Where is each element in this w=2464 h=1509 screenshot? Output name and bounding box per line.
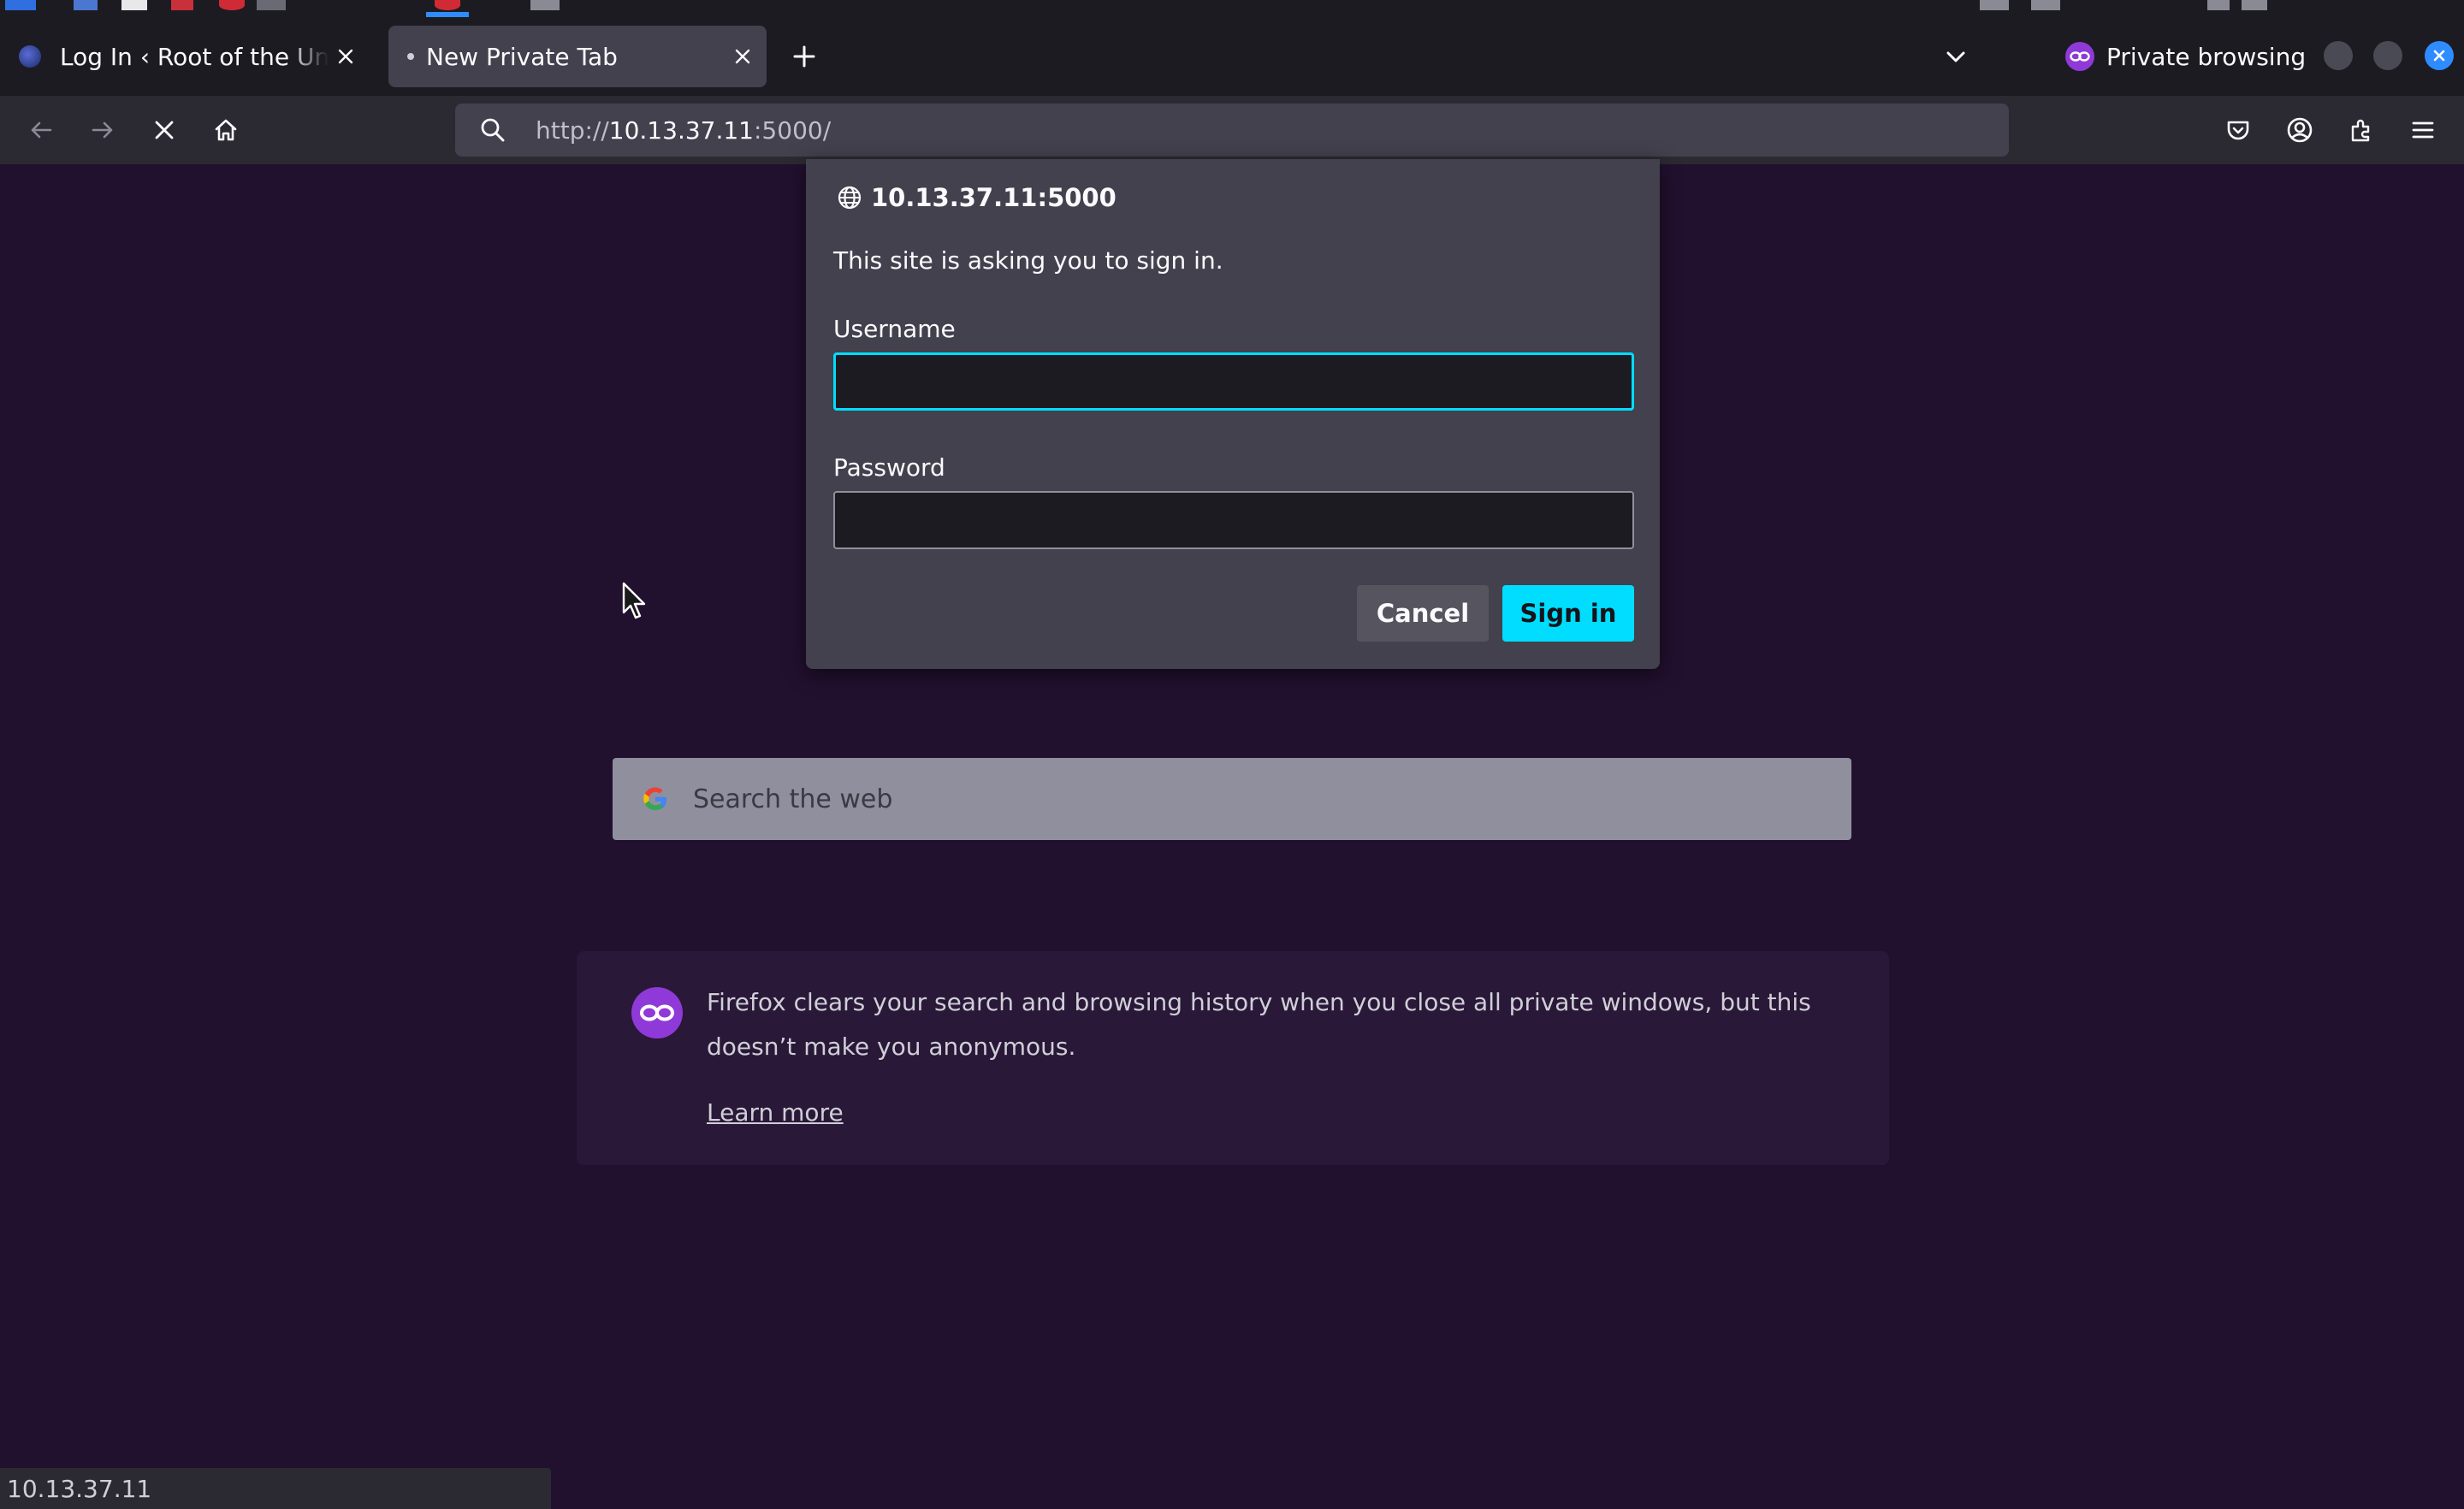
dialog-site-host: 10.13.37.11:5000 <box>871 183 1116 212</box>
firefox-task-icon[interactable] <box>435 0 460 10</box>
tab-login[interactable]: Log In ‹ Root of the Universe <box>7 26 370 87</box>
stop-icon <box>155 121 174 139</box>
tab-title: Log In ‹ Root of the Universe <box>60 42 329 71</box>
globe-icon <box>835 183 864 212</box>
username-field[interactable] <box>833 352 1634 411</box>
status-bar: 10.13.37.11 <box>0 1468 551 1509</box>
launcher-icon[interactable] <box>5 0 36 10</box>
hamburger-menu-icon <box>2412 121 2434 139</box>
private-tab-dot-icon <box>407 53 414 60</box>
notification-icon[interactable] <box>2242 0 2267 10</box>
system-top-bar <box>0 0 2464 17</box>
taskbar-app-icon[interactable] <box>530 0 560 10</box>
close-window-button[interactable] <box>2425 41 2454 70</box>
google-icon <box>638 782 672 816</box>
forward-button[interactable] <box>82 109 123 151</box>
auth-dialog: 10.13.37.11:5000 This site is asking you… <box>806 159 1660 669</box>
sign-in-button[interactable]: Sign in <box>1502 585 1634 642</box>
taskbar-app-icon[interactable] <box>121 0 147 10</box>
private-mask-icon <box>2065 42 2094 71</box>
maximize-button[interactable] <box>2373 41 2402 70</box>
site-favicon-icon <box>19 45 41 68</box>
chevron-down-icon <box>1946 51 1965 62</box>
private-browsing-notice: Firefox clears your search and browsing … <box>577 951 1889 1165</box>
home-button[interactable] <box>205 109 246 151</box>
private-browsing-label: Private browsing <box>2106 42 2307 71</box>
status-url-text: 10.13.37.11 <box>7 1474 152 1503</box>
account-icon <box>2287 117 2313 143</box>
private-notice-message: Firefox clears your search and browsing … <box>707 988 1811 1061</box>
back-button[interactable] <box>21 109 62 151</box>
puzzle-icon <box>2351 119 2370 142</box>
taskbar-app-icon[interactable] <box>219 0 245 10</box>
dialog-site-header: 10.13.37.11:5000 <box>835 183 1116 212</box>
pocket-button[interactable] <box>2218 109 2259 151</box>
arrow-left-icon <box>31 121 52 139</box>
plus-icon <box>793 45 815 68</box>
private-mask-icon <box>631 987 683 1039</box>
private-browsing-indicator: Private browsing <box>2065 39 2306 74</box>
dialog-message: This site is asking you to sign in. <box>833 246 1223 275</box>
password-label: Password <box>833 453 945 482</box>
cancel-button[interactable]: Cancel <box>1357 585 1489 642</box>
pocket-icon <box>2227 121 2249 140</box>
network-icon[interactable] <box>2031 0 2060 10</box>
close-icon <box>2433 50 2445 62</box>
search-icon <box>479 116 522 144</box>
app-menu-button[interactable] <box>2402 109 2443 151</box>
close-tab-icon[interactable] <box>329 39 363 74</box>
url-port-path: :5000/ <box>754 115 832 145</box>
stop-loading-button[interactable] <box>144 109 185 151</box>
taskbar-app-icon[interactable] <box>171 0 193 10</box>
search-placeholder: Search the web <box>693 784 893 814</box>
new-tab-button[interactable] <box>784 36 825 77</box>
taskbar-app-icon[interactable] <box>74 0 98 10</box>
tab-new-private[interactable]: New Private Tab <box>388 26 767 87</box>
url-scheme: http:// <box>536 115 609 145</box>
url-bar[interactable]: http://10.13.37.11:5000/ <box>455 104 2009 157</box>
list-all-tabs-button[interactable] <box>1935 36 1976 77</box>
username-label: Username <box>833 315 956 343</box>
tab-strip: Log In ‹ Root of the Universe New Privat… <box>0 17 2464 96</box>
taskbar-app-icon[interactable] <box>257 0 286 10</box>
url-text: http://10.13.37.11:5000/ <box>536 116 831 145</box>
volume-icon[interactable] <box>2207 0 2230 10</box>
minimize-button[interactable] <box>2324 41 2353 70</box>
extensions-button[interactable] <box>2341 109 2382 151</box>
url-host: 10.13.37.11 <box>608 115 754 145</box>
tab-title: New Private Tab <box>426 42 618 71</box>
home-icon <box>215 119 237 141</box>
web-search-box[interactable]: Search the web <box>613 758 1851 840</box>
account-button[interactable] <box>2279 109 2320 151</box>
navigation-toolbar: http://10.13.37.11:5000/ <box>0 96 2464 164</box>
tray-icon[interactable] <box>1980 0 2009 10</box>
learn-more-link[interactable]: Learn more <box>707 1098 844 1127</box>
close-tab-icon[interactable] <box>726 39 760 74</box>
password-field[interactable] <box>833 491 1634 549</box>
mouse-cursor-icon <box>622 582 646 619</box>
arrow-right-icon <box>92 121 113 139</box>
